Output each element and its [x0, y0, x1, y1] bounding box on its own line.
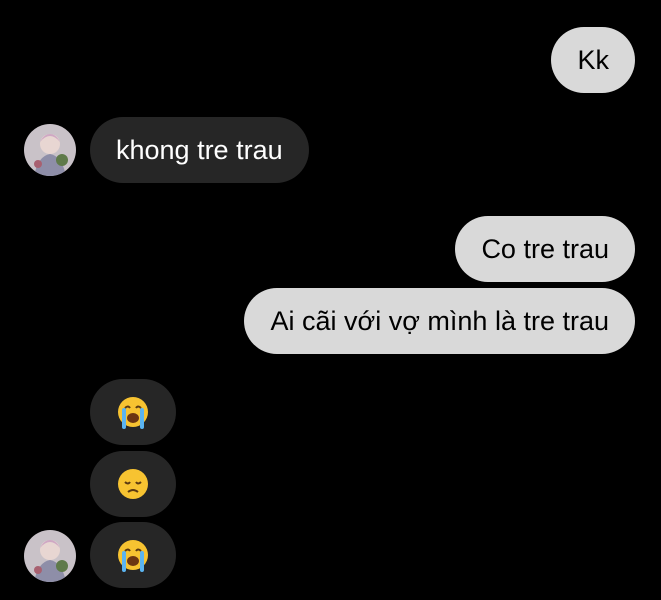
loudly-crying-face-icon: [116, 538, 150, 572]
disappointed-face-icon: [116, 467, 150, 501]
loudly-crying-face-icon: [116, 395, 150, 429]
message-text: Co tre trau: [481, 233, 609, 264]
message-text: Kk: [577, 44, 609, 75]
message-bubble-outgoing[interactable]: Kk: [551, 27, 635, 93]
emoji-bubble-incoming[interactable]: [90, 379, 176, 445]
message-text: khong tre trau: [116, 134, 283, 165]
emoji-bubble-incoming[interactable]: [90, 451, 176, 517]
profile-photo-icon: [24, 530, 76, 582]
message-bubble-outgoing[interactable]: Ai cãi với vợ mình là tre trau: [244, 288, 635, 354]
profile-photo-icon: [24, 124, 76, 176]
contact-avatar[interactable]: [24, 124, 76, 176]
emoji-bubble-incoming[interactable]: [90, 522, 176, 588]
message-text: Ai cãi với vợ mình là tre trau: [270, 305, 609, 336]
message-bubble-outgoing[interactable]: Co tre trau: [455, 216, 635, 282]
contact-avatar[interactable]: [24, 530, 76, 582]
message-bubble-incoming[interactable]: khong tre trau: [90, 117, 309, 183]
